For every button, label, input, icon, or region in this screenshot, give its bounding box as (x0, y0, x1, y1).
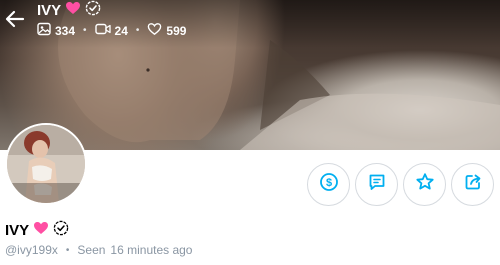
message-button[interactable] (355, 163, 398, 206)
image-icon (37, 22, 51, 39)
stat-likes-count: 599 (166, 23, 187, 38)
profile-name-row: IVY (5, 220, 69, 240)
profile-handle: @ivy199x (5, 243, 58, 257)
favorite-button[interactable] (403, 163, 446, 206)
last-seen-label: Seen (77, 243, 106, 257)
back-arrow-icon[interactable] (4, 8, 26, 30)
tip-button[interactable]: $ (307, 163, 350, 206)
svg-text:$: $ (325, 177, 331, 189)
profile-meta: @ivy199x • Seen 16 minutes ago (5, 243, 192, 257)
heart-outline-icon (147, 22, 162, 39)
stat-separator: • (135, 25, 140, 36)
star-icon (415, 172, 435, 197)
video-icon (94, 22, 111, 39)
stat-separator: • (83, 25, 87, 36)
stat-videos: 24 (94, 22, 128, 39)
stat-likes: 599 (147, 22, 186, 39)
chat-icon (367, 172, 387, 197)
heart-icon (65, 1, 81, 20)
stat-videos-count: 24 (114, 23, 128, 38)
profile-stats: 334 • 24 • 599 (37, 22, 186, 39)
meta-separator: • (65, 244, 70, 256)
stat-photos: 334 (37, 22, 75, 39)
dollar-circle-icon: $ (319, 172, 339, 197)
share-icon (463, 172, 483, 197)
share-button[interactable] (451, 163, 494, 206)
profile-name: IVY (5, 221, 30, 239)
stat-photos-count: 334 (55, 23, 76, 38)
avatar[interactable] (5, 123, 87, 205)
verified-badge-icon (53, 220, 69, 241)
heart-icon (33, 221, 49, 240)
verified-badge-icon (85, 0, 101, 21)
header-name-row: IVY (37, 0, 101, 21)
last-seen-time: 16 minutes ago (110, 243, 193, 257)
header-name: IVY (37, 1, 62, 19)
avatar-photo (7, 125, 85, 203)
